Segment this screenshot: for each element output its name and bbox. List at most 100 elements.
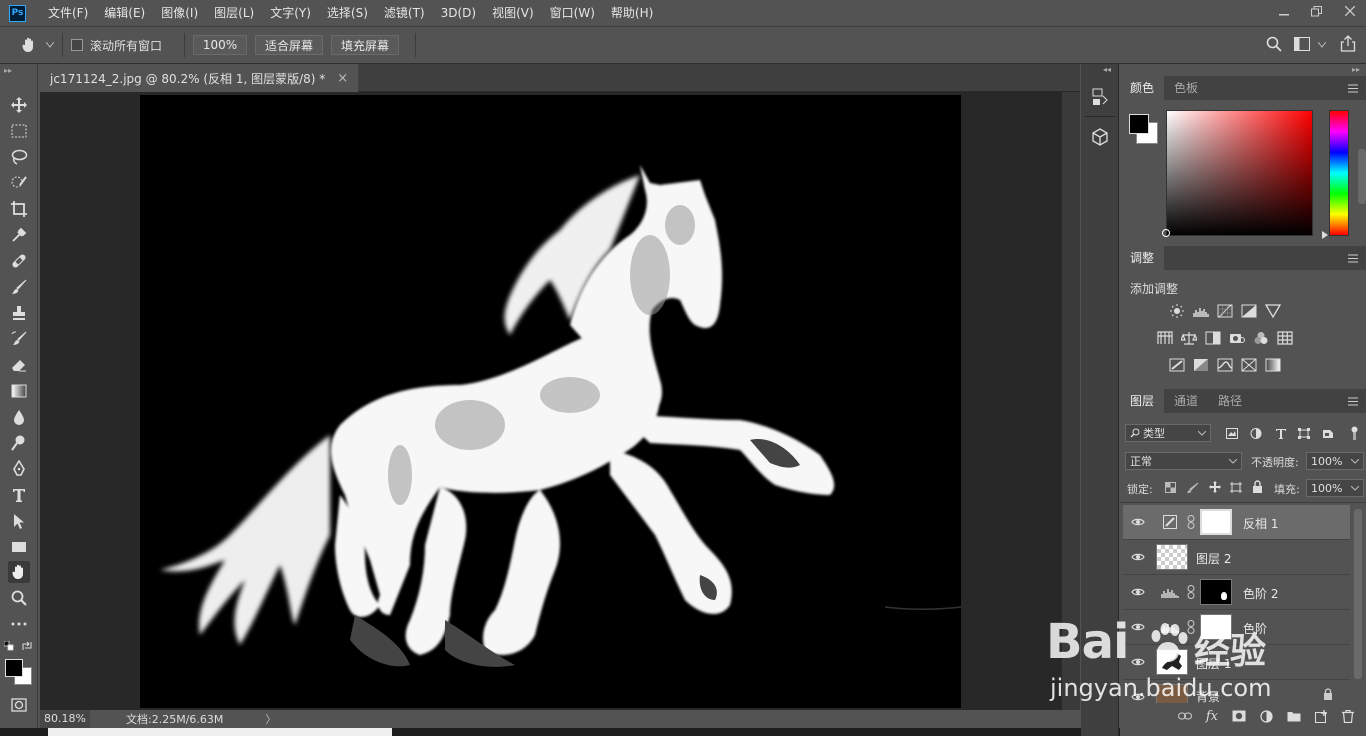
panel-scrollbar[interactable] [1358, 149, 1366, 204]
color-panel-fg-swatch[interactable] [1129, 114, 1149, 134]
3d-panel-button[interactable] [1090, 126, 1110, 148]
tab-channels[interactable]: 通道 [1164, 389, 1208, 413]
lock-pixels-icon[interactable] [1187, 482, 1199, 494]
layer-mask-thumbnail[interactable] [1200, 614, 1232, 640]
visibility-eye-icon[interactable] [1131, 585, 1145, 599]
document-canvas[interactable] [140, 95, 962, 708]
zoom-100-button[interactable]: 100% [193, 35, 248, 55]
rectangle-tool[interactable] [8, 536, 30, 558]
move-tool[interactable] [8, 94, 30, 116]
minimize-button[interactable] [1267, 0, 1300, 22]
filter-pixel-icon[interactable] [1226, 428, 1238, 439]
vertical-scrollbar[interactable] [1062, 92, 1080, 710]
layer-name[interactable]: 色阶 [1243, 620, 1267, 637]
history-panel-button[interactable] [1090, 86, 1110, 108]
link-icon[interactable] [1187, 585, 1195, 599]
layer-row-background[interactable]: 背景 [1123, 680, 1350, 703]
selective-color-icon[interactable] [1241, 358, 1257, 372]
menu-select[interactable]: 选择(S) [319, 0, 376, 26]
balance-icon[interactable] [1181, 331, 1197, 345]
stamp-tool[interactable] [8, 302, 30, 324]
eyedropper-tool[interactable] [8, 224, 30, 246]
menu-file[interactable]: 文件(F) [40, 0, 96, 26]
type-tool[interactable] [8, 484, 30, 506]
layer-mask-thumbnail[interactable] [1200, 579, 1232, 605]
panel-menu-icon[interactable] [1348, 397, 1358, 406]
vibrance-icon[interactable] [1265, 304, 1281, 318]
filter-smart-object-icon[interactable] [1322, 427, 1334, 439]
menu-edit[interactable]: 编辑(E) [96, 0, 153, 26]
filter-adjustment-icon[interactable] [1250, 428, 1262, 439]
visibility-eye-icon[interactable] [1131, 550, 1145, 564]
workspace-button[interactable] [1294, 37, 1310, 54]
filter-type-icon[interactable] [1275, 428, 1287, 439]
color-picker-cursor[interactable] [1162, 229, 1170, 237]
search-button[interactable] [1266, 36, 1282, 55]
pen-tool[interactable] [8, 458, 30, 480]
tab-color[interactable]: 颜色 [1120, 76, 1165, 100]
quick-select-tool[interactable] [8, 172, 30, 194]
layer-name[interactable]: 背景 [1196, 688, 1220, 703]
color-field[interactable] [1166, 110, 1313, 236]
layer-name[interactable]: 图层 1 [1196, 655, 1231, 672]
layer-thumbnail[interactable] [1156, 684, 1188, 703]
fx-button[interactable]: fx [1206, 709, 1218, 724]
link-icon[interactable] [1187, 620, 1195, 634]
menu-image[interactable]: 图像(I) [153, 0, 206, 26]
chevron-down-icon[interactable] [1318, 42, 1326, 48]
hand-tool[interactable] [8, 561, 30, 583]
threshold-icon[interactable] [1217, 358, 1233, 372]
tab-adjustments[interactable]: 调整 [1120, 246, 1165, 270]
collapse-arrows-icon[interactable]: ▸▸ [1352, 65, 1360, 74]
gradient-map-icon[interactable] [1265, 358, 1281, 372]
layer-row-layer2[interactable]: 图层 2 [1123, 540, 1350, 575]
tab-swatches[interactable]: 色板 [1164, 76, 1208, 100]
add-mask-icon[interactable] [1232, 710, 1246, 722]
levels-icon[interactable] [1193, 304, 1209, 318]
layer-filter-select[interactable]: 类型 [1125, 424, 1211, 442]
invert-icon[interactable] [1169, 358, 1185, 372]
hue-saturation-icon[interactable] [1157, 331, 1173, 345]
posterize-icon[interactable] [1193, 358, 1209, 372]
tab-layers[interactable]: 图层 [1120, 389, 1165, 413]
quick-mask-button[interactable] [8, 694, 30, 716]
marquee-tool[interactable] [8, 120, 30, 142]
zoom-readout[interactable]: 80.18% [40, 710, 90, 728]
brush-tool[interactable] [8, 276, 30, 298]
exposure-icon[interactable] [1241, 304, 1257, 318]
link-icon[interactable] [1187, 515, 1195, 529]
filter-shape-icon[interactable] [1298, 428, 1310, 439]
layer-row-levels[interactable]: 色阶 [1123, 610, 1350, 645]
black-white-icon[interactable] [1205, 331, 1221, 345]
swap-colors-icon[interactable] [22, 640, 32, 654]
default-colors-icon[interactable] [3, 640, 14, 651]
visibility-eye-icon[interactable] [1131, 690, 1145, 703]
more-tools[interactable] [8, 613, 30, 635]
collapse-arrows-icon[interactable]: ▸▸ [4, 66, 12, 75]
lock-artboard-icon[interactable] [1230, 482, 1242, 493]
layers-scrollbar[interactable] [1354, 509, 1362, 679]
gradient-tool[interactable] [8, 380, 30, 402]
blend-mode-select[interactable]: 正常 [1125, 452, 1242, 470]
color-lookup-icon[interactable] [1277, 331, 1293, 345]
dodge-tool[interactable] [8, 432, 30, 454]
layer-row-levels2[interactable]: 色阶 2 [1123, 575, 1350, 610]
document-tab[interactable]: jc171124_2.jpg @ 80.2% (反相 1, 图层蒙版/8) * … [40, 64, 359, 92]
path-select-tool[interactable] [8, 510, 30, 532]
menu-type[interactable]: 文字(Y) [262, 0, 319, 26]
lock-position-icon[interactable] [1209, 481, 1221, 493]
share-button[interactable] [1340, 35, 1356, 55]
blur-tool[interactable] [8, 406, 30, 428]
layer-name[interactable]: 图层 2 [1196, 550, 1231, 567]
channel-mixer-icon[interactable] [1253, 331, 1269, 345]
eraser-tool[interactable] [8, 354, 30, 376]
trash-icon[interactable] [1342, 709, 1354, 723]
close-tab-button[interactable]: × [337, 71, 348, 86]
brightness-icon[interactable] [1169, 304, 1185, 318]
restore-button[interactable] [1300, 0, 1333, 22]
menu-3d[interactable]: 3D(D) [433, 0, 484, 26]
layer-row-invert[interactable]: 反相 1 [1123, 505, 1350, 540]
history-brush-tool[interactable] [8, 328, 30, 350]
curves-icon[interactable] [1217, 304, 1233, 318]
lock-all-icon[interactable] [1252, 480, 1263, 493]
